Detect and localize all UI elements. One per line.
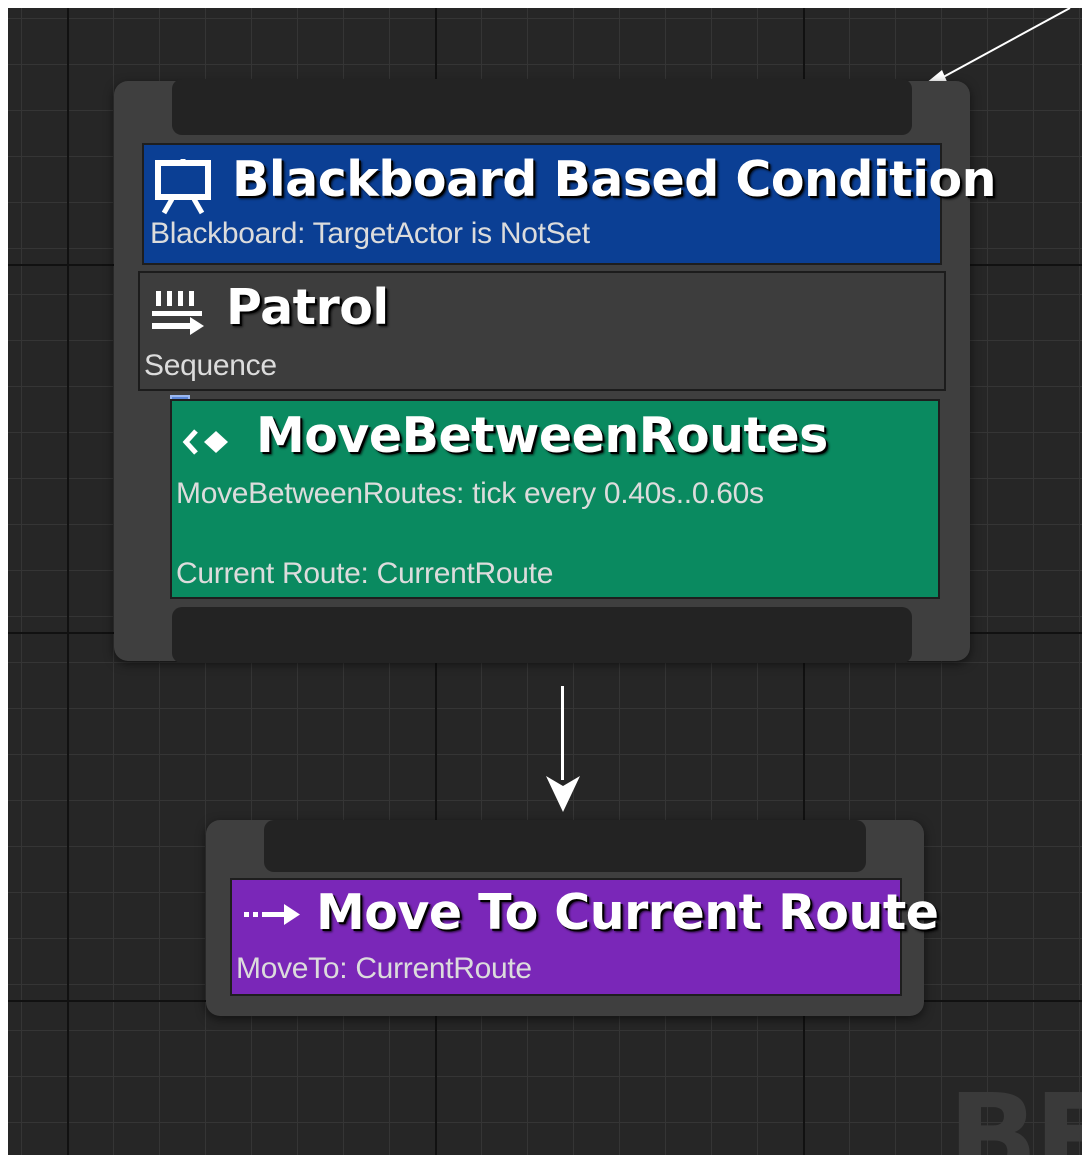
move-between-routes-service[interactable]: MoveBetweenRoutes MoveBetweenRoutes: tic… bbox=[170, 399, 940, 599]
service-detail: Current Route: CurrentRoute bbox=[176, 557, 554, 590]
blackboard-decorator[interactable]: Blackboard Based Condition Blackboard: T… bbox=[142, 143, 997, 265]
patrol-to-task-connection bbox=[561, 686, 564, 780]
service-subtitle: MoveBetweenRoutes: tick every 0.40s..0.6… bbox=[176, 477, 764, 510]
move-to-icon bbox=[244, 904, 300, 925]
patrol-composite-node[interactable]: Blackboard Based Condition Blackboard: T… bbox=[114, 79, 997, 663]
behavior-tree-graph-canvas[interactable]: Blackboard Based Condition Blackboard: T… bbox=[8, 8, 1082, 1155]
composite-title: Patrol bbox=[226, 279, 389, 336]
move-to-task-node[interactable]: Move To Current Route MoveTo: CurrentRou… bbox=[206, 820, 939, 1016]
sequence-icon bbox=[152, 291, 204, 335]
composite-subtitle: Sequence bbox=[144, 349, 277, 382]
connection-arrowhead bbox=[546, 776, 580, 812]
task-subtitle: MoveTo: CurrentRoute bbox=[236, 952, 532, 985]
patrol-input-pin[interactable] bbox=[172, 79, 912, 135]
decorator-title: Blackboard Based Condition bbox=[232, 151, 997, 208]
service-title: MoveBetweenRoutes bbox=[256, 407, 828, 464]
patrol-composite-header[interactable]: Patrol Sequence bbox=[138, 271, 946, 391]
service-icon bbox=[182, 429, 228, 455]
graph-watermark: BE bbox=[948, 1068, 1082, 1155]
move-to-current-route-task[interactable]: Move To Current Route MoveTo: CurrentRou… bbox=[230, 878, 939, 996]
task-input-pin[interactable] bbox=[264, 820, 866, 872]
patrol-output-pin[interactable] bbox=[172, 607, 912, 663]
task-title: Move To Current Route bbox=[316, 884, 939, 941]
blackboard-icon bbox=[155, 159, 211, 215]
decorator-subtitle: Blackboard: TargetActor is NotSet bbox=[150, 217, 590, 250]
